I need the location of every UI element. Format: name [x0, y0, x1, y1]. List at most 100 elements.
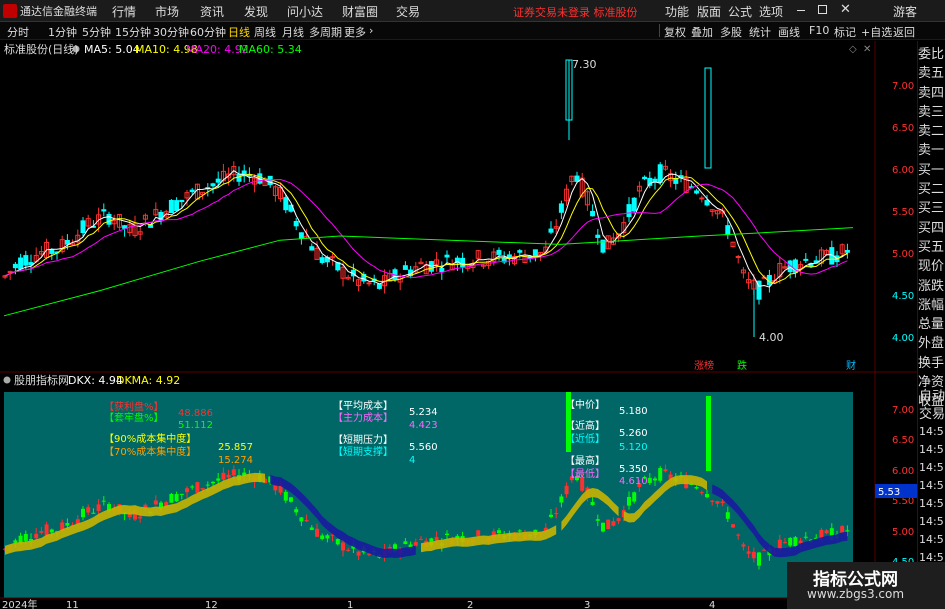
- candle-body: [694, 190, 700, 194]
- close-panel-icon[interactable]: ✕: [863, 44, 871, 55]
- tab-auto[interactable]: 自动: [919, 385, 945, 404]
- trade-time: 14:5: [919, 479, 944, 492]
- ind-candle-body: [315, 528, 319, 537]
- candle-body: [189, 189, 195, 193]
- candle-body: [595, 234, 601, 238]
- quote-item: 涨跌: [918, 278, 945, 294]
- ind-candle-body: [736, 534, 741, 536]
- ma60-label: MA60: 5.34: [239, 43, 302, 56]
- ind-candle-body: [13, 540, 18, 543]
- ind-candle-body: [367, 553, 371, 555]
- trade-time: 14:5: [919, 515, 944, 528]
- candle-body: [725, 225, 731, 236]
- indicator-value: 5.260: [619, 428, 648, 439]
- ind-candle-body: [616, 518, 621, 522]
- indicator-label: 【短期压力】: [333, 433, 393, 446]
- ind-candle-body: [195, 482, 200, 493]
- indicator-label: 【90%成本集中度】: [104, 432, 196, 445]
- ind-candle-body: [476, 530, 481, 536]
- indicator-value: 48.886: [178, 408, 213, 419]
- date-tick: 1: [347, 600, 353, 609]
- indicator-tick: 6.50: [892, 435, 914, 446]
- ind-candle-body: [549, 514, 553, 517]
- ind-candle-body: [304, 519, 309, 522]
- price-tick: 4.50: [892, 291, 914, 302]
- date-tick: 2: [467, 600, 473, 609]
- candle-body: [844, 249, 850, 253]
- dkx-label: DKX: 4.94: [68, 374, 123, 387]
- quote-item: 卖四: [918, 85, 945, 101]
- quote-item: 外盘: [918, 336, 945, 352]
- candle-body: [174, 200, 180, 212]
- ind-candle-body: [606, 519, 611, 530]
- ind-candle-body: [590, 501, 595, 506]
- current-price-value: 5.53: [878, 487, 900, 498]
- candle-body: [319, 257, 325, 263]
- candle-body: [101, 209, 107, 212]
- indicator-label: 【70%成本集中度】: [104, 445, 196, 458]
- ind-candle-body: [803, 536, 808, 538]
- low-annotation: 4.00: [759, 331, 784, 344]
- event-marker-rank[interactable]: 榜: [704, 359, 714, 372]
- ind-candle-body: [632, 492, 637, 502]
- date-tick: 4: [709, 600, 715, 609]
- ma5-label: MA5: 5.04: [84, 43, 140, 56]
- candle-body: [590, 210, 596, 217]
- quote-item: 买五: [918, 239, 945, 255]
- indicator-tick: 7.00: [892, 405, 914, 416]
- price-tick: 6.00: [892, 165, 914, 176]
- quote-item: 现价: [918, 259, 945, 275]
- event-marker-down[interactable]: 跌: [737, 359, 747, 372]
- ind-candle-body: [564, 485, 569, 495]
- quote-item: 卖三: [918, 104, 945, 120]
- event-marker-up[interactable]: 涨: [694, 360, 704, 372]
- candle-body: [444, 254, 450, 258]
- indicator-label: 【平均成本】: [333, 399, 393, 412]
- ind-candle-body: [346, 549, 351, 551]
- event-marker-finance[interactable]: 财: [846, 359, 856, 372]
- ind-candle-body: [554, 512, 559, 515]
- ind-candle-body: [205, 484, 210, 486]
- candle-body: [558, 203, 564, 213]
- indicator-settings-icon[interactable]: [3, 376, 11, 384]
- ind-candle-body: [720, 501, 725, 504]
- dkma-label: DKMA: 4.92: [116, 374, 180, 387]
- diamond-icon[interactable]: ◇: [849, 44, 857, 55]
- quote-list: 委比 卖五 卖四 卖三 卖二 卖一 买一 买二 买三 买四 买五 现价 涨跌 涨…: [918, 45, 945, 412]
- ind-candle-body: [757, 552, 761, 566]
- indicator-tick: 5.00: [892, 527, 914, 538]
- price-tick: 7.00: [892, 81, 914, 92]
- ind-candle-body: [34, 533, 39, 539]
- date-tick: 12: [205, 600, 218, 609]
- ind-candle-body: [294, 509, 299, 513]
- candle-body: [735, 255, 741, 258]
- ind-candle-body: [647, 477, 652, 483]
- kline-chart[interactable]: 标准股份(日线) MA5: 5.04 MA10: 4.98 MA20: 4.92…: [0, 0, 917, 609]
- tab-trade-detail[interactable]: 交易: [919, 403, 945, 422]
- ind-candle-body: [746, 551, 751, 554]
- quote-item: 卖一: [918, 143, 945, 159]
- ind-candle-body: [356, 551, 361, 556]
- indicator-name[interactable]: 股朋指标网: [14, 373, 69, 387]
- candle-body: [210, 183, 216, 187]
- ind-candle-body: [824, 530, 829, 534]
- candle-body: [631, 197, 637, 212]
- ind-candle-body: [777, 539, 782, 550]
- indicator-value: 5.180: [619, 406, 648, 417]
- ind-candle-body: [23, 533, 28, 541]
- ind-candle-body: [559, 496, 564, 503]
- ind-candle-body: [658, 468, 663, 481]
- ind-candle-body: [320, 535, 325, 539]
- date-tick: 2024年: [2, 598, 37, 609]
- high-annotation: 7.30: [572, 58, 597, 71]
- candle-body: [283, 197, 289, 211]
- ind-candle-body: [793, 537, 798, 547]
- ind-candle-body: [96, 504, 101, 512]
- candle-body: [49, 248, 55, 254]
- candle-body: [179, 199, 185, 203]
- ind-candle-body: [751, 551, 756, 559]
- ind-candle-body: [725, 512, 730, 519]
- ind-candle-body: [741, 544, 746, 547]
- ind-candle-body: [335, 539, 340, 545]
- watermark-url: www.zbgs3.com: [807, 587, 905, 601]
